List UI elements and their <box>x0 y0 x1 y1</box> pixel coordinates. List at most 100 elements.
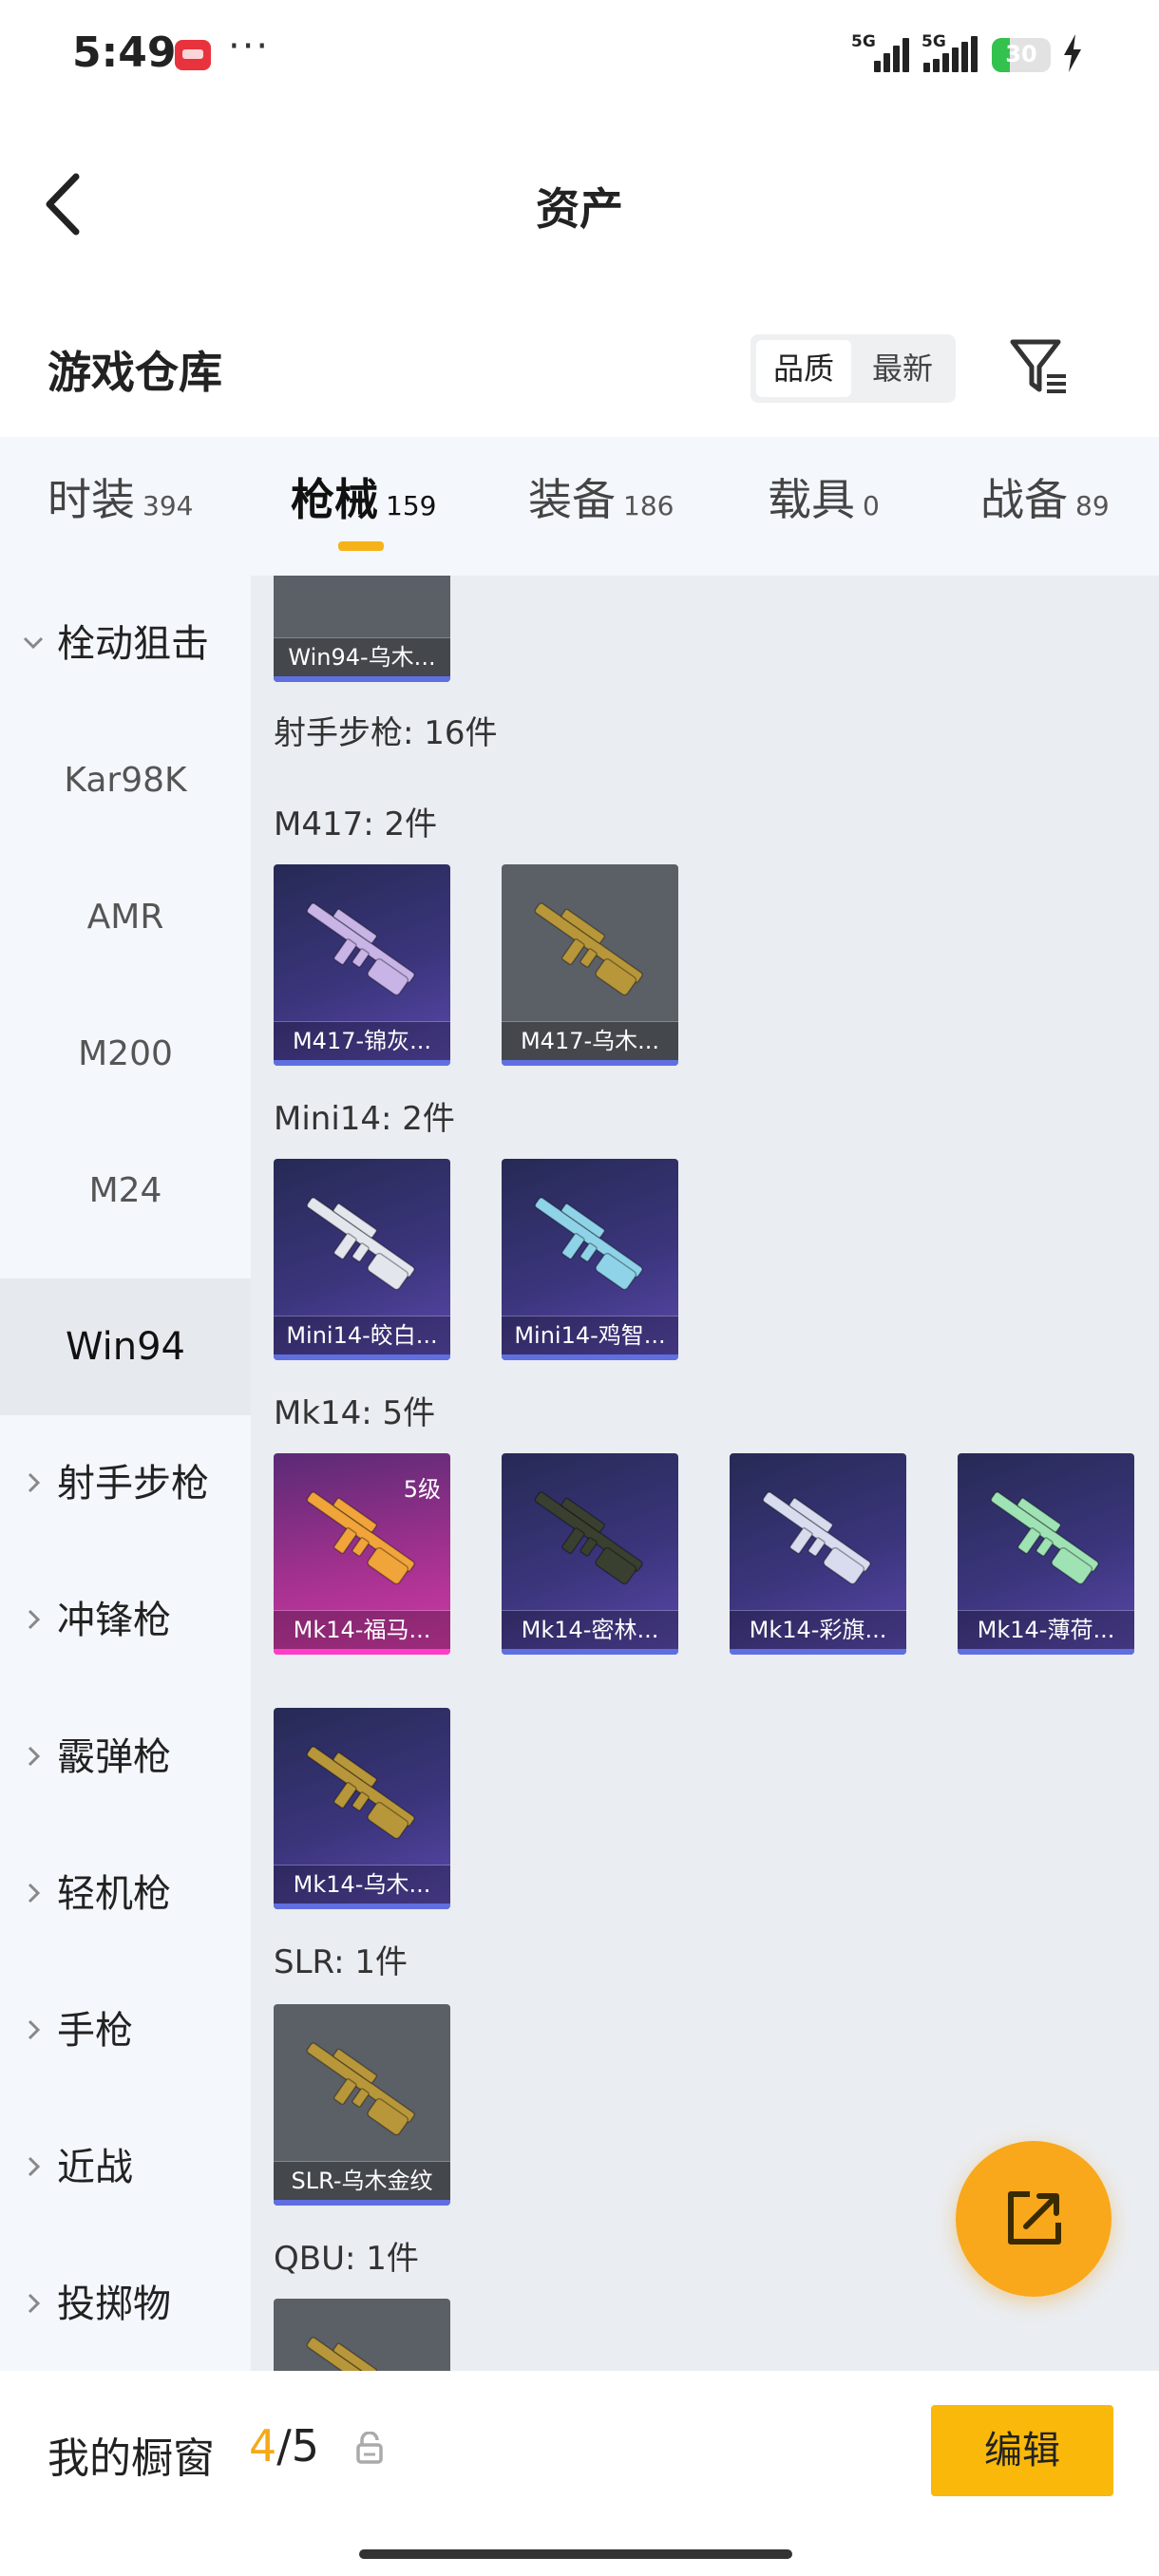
group-label: Mk14: 5件 <box>274 1394 436 1432</box>
rifle-icon <box>306 2337 415 2371</box>
tab-weapons[interactable]: 枪械 159 <box>291 465 436 528</box>
sort-newest-option[interactable]: 最新 <box>855 340 950 397</box>
sidebar-item-melee[interactable]: 近战 <box>0 2099 251 2236</box>
sort-quality-option[interactable]: 品质 <box>756 340 851 397</box>
sidebar-item-throwable[interactable]: 投掷物 <box>0 2236 251 2373</box>
sidebar-item-dmr[interactable]: 射手步枪 <box>0 1415 251 1552</box>
tab-count: 394 <box>142 490 194 521</box>
weapon-card[interactable]: Mk14-密林... <box>502 1453 678 1655</box>
weapon-card[interactable]: Mk14-乌木... <box>274 1708 450 1909</box>
chevron-right-icon <box>28 2019 41 2040</box>
weapon-card-name: M417-乌木... <box>502 1022 678 1060</box>
weapon-card[interactable]: SLR-乌木金纹 <box>274 2004 450 2206</box>
sidebar-item-label: 冲锋枪 <box>57 1599 171 1642</box>
section-header: 射手步枪: 16件 <box>274 714 498 752</box>
sidebar-item-label: 近战 <box>57 2146 133 2189</box>
group-label: QBU: 1件 <box>274 2240 419 2278</box>
weapon-level-badge: 5级 <box>403 1476 441 1503</box>
lock-icon[interactable] <box>355 2432 384 2464</box>
showcase-count-total: /5 <box>276 2420 320 2472</box>
group-label: SLR: 1件 <box>274 1943 408 1981</box>
group-label: M417: 2件 <box>274 805 438 843</box>
tab-vehicles[interactable]: 载具 0 <box>768 465 880 528</box>
sidebar-item-label: M200 <box>78 1034 173 1073</box>
chevron-down-icon <box>23 636 44 650</box>
tab-equipment[interactable]: 装备 186 <box>528 465 674 528</box>
active-tab-indicator <box>338 541 384 551</box>
sidebar-item-pistol[interactable]: 手枪 <box>0 1962 251 2099</box>
charging-icon <box>1064 34 1081 72</box>
sidebar-item-shotgun[interactable]: 霰弹枪 <box>0 1689 251 1826</box>
status-time: 5:49 <box>72 28 177 77</box>
tab-label: 战备 <box>980 474 1068 525</box>
sidebar-sub-kar98k[interactable]: Kar98K <box>0 712 251 849</box>
share-icon <box>1008 2191 1061 2245</box>
tab-label: 时装 <box>48 474 135 525</box>
tab-count: 186 <box>623 490 674 521</box>
sidebar-item-lmg[interactable]: 轻机枪 <box>0 1826 251 1962</box>
home-indicator <box>359 2549 792 2559</box>
tab-label: 装备 <box>528 474 616 525</box>
weapon-card-name: Mk14-彩旗... <box>730 1611 906 1649</box>
rifle-icon <box>762 1491 871 1585</box>
weapon-card-name: Mk14-密林... <box>502 1611 678 1649</box>
sidebar-sub-m200[interactable]: M200 <box>0 986 251 1123</box>
rifle-icon <box>534 902 643 996</box>
showcase-bar: 我的橱窗 4/5 编辑 <box>0 2371 1159 2576</box>
sort-toggle: 品质 最新 <box>750 334 956 403</box>
weapon-card[interactable]: Mk14-彩旗... <box>730 1453 906 1655</box>
weapon-category-sidebar: 栓动狙击 Kar98K AMR M200 M24 Win94 射手步枪 冲锋枪 … <box>0 576 251 2371</box>
tab-count: 89 <box>1075 490 1110 521</box>
page-title: 资产 <box>536 183 623 235</box>
chevron-right-icon <box>28 1746 41 1767</box>
edit-button[interactable]: 编辑 <box>931 2405 1113 2496</box>
rifle-icon <box>534 1491 643 1585</box>
sidebar-item-bolt-action[interactable]: 栓动狙击 <box>0 576 251 712</box>
weapon-card[interactable]: 5级 Mk14-福马... <box>274 1453 450 1655</box>
weapon-card-name: Mk14-乌木... <box>274 1866 450 1904</box>
weapon-card-name: SLR-乌木金纹 <box>274 2162 450 2200</box>
sidebar-item-label: 投掷物 <box>57 2282 171 2326</box>
category-tabs: 时装 394 枪械 159 装备 186 载具 0 战备 89 <box>0 437 1159 576</box>
showcase-label: 我的橱窗 <box>48 2434 215 2483</box>
tab-count: 0 <box>863 490 880 521</box>
sidebar-item-smg[interactable]: 冲锋枪 <box>0 1552 251 1689</box>
sidebar-item-label: Win94 <box>65 1325 186 1369</box>
weapon-card-name: M417-锦灰... <box>274 1022 450 1060</box>
signal-icon-2 <box>923 36 980 72</box>
tab-supplies[interactable]: 战备 89 <box>980 465 1110 528</box>
weapon-card-name: Win94-乌木... <box>274 638 450 676</box>
weapon-grid: Win94-乌木... 射手步枪: 16件 M417: 2件 M417-锦灰..… <box>251 576 1159 2371</box>
tab-count: 159 <box>386 490 437 521</box>
tab-fashion[interactable]: 时装 394 <box>48 465 193 528</box>
rifle-icon <box>306 2042 415 2136</box>
weapon-card[interactable]: M417-锦灰... <box>274 864 450 1066</box>
sidebar-sub-m24[interactable]: M24 <box>0 1123 251 1260</box>
weapon-card[interactable]: Mini14-鸡智... <box>502 1159 678 1360</box>
status-bar: 5:49 ··· 5G 5G 30 <box>0 0 1159 114</box>
showcase-count: 4/5 <box>249 2420 319 2472</box>
sidebar-item-label: 栓动狙击 <box>57 622 209 666</box>
sidebar-sub-win94[interactable]: Win94 <box>0 1279 251 1415</box>
share-button[interactable] <box>956 2141 1112 2297</box>
rifle-icon <box>306 1746 415 1840</box>
sidebar-item-label: 霰弹枪 <box>57 1735 171 1779</box>
weapon-card[interactable]: Mini14-皎白... <box>274 1159 450 1360</box>
sidebar-item-label: 射手步枪 <box>57 1462 209 1506</box>
weapon-card-name: Mini14-鸡智... <box>502 1316 678 1354</box>
weapon-card[interactable]: M417-乌木... <box>502 864 678 1066</box>
battery-level: 30 <box>1005 41 1037 67</box>
battery-icon: 30 <box>992 38 1051 72</box>
filter-icon[interactable] <box>1009 338 1070 395</box>
warehouse-title: 游戏仓库 <box>48 347 222 398</box>
sidebar-item-label: 轻机枪 <box>57 1872 171 1916</box>
nav-header: 资产 <box>0 142 1159 266</box>
weapon-card[interactable]: Mk14-薄荷... <box>958 1453 1134 1655</box>
chevron-right-icon <box>28 1883 41 1904</box>
weapon-card[interactable]: Win94-乌木... <box>274 576 450 682</box>
weapon-card-name: Mk14-薄荷... <box>958 1611 1134 1649</box>
rifle-icon <box>306 902 415 996</box>
sidebar-sub-amr[interactable]: AMR <box>0 849 251 986</box>
chevron-right-icon <box>28 1472 41 1493</box>
weapon-card[interactable] <box>274 2299 450 2371</box>
